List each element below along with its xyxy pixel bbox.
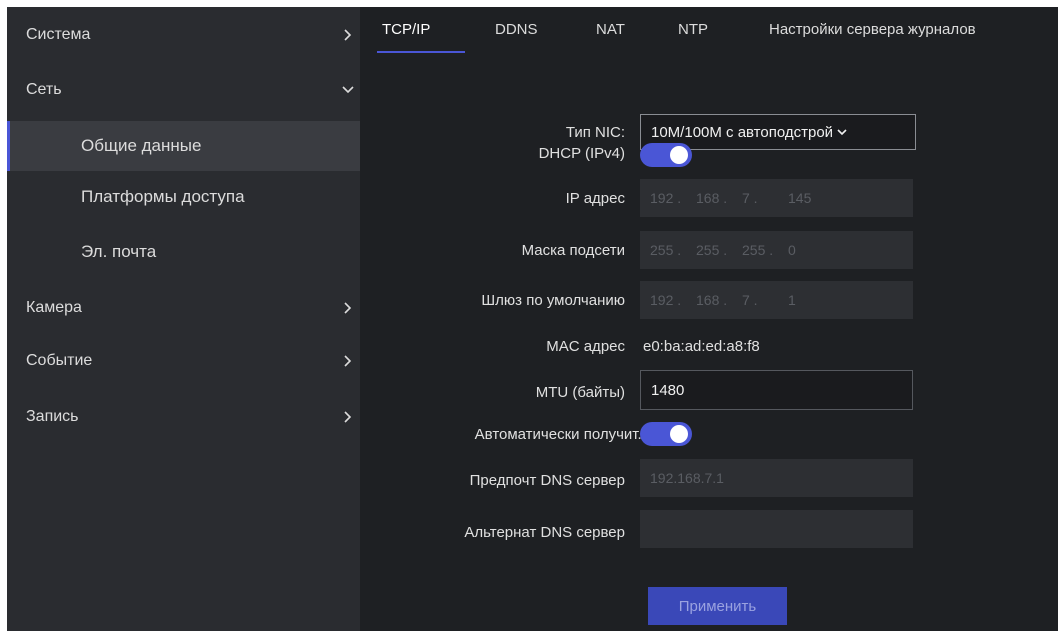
ip-address-field[interactable]: 192 . 168 . 7 . 145 — [640, 179, 913, 217]
dhcp-toggle[interactable] — [640, 143, 692, 167]
sidebar-item-label: Платформы доступа — [81, 187, 245, 206]
ip-segment: 145 — [788, 190, 812, 206]
ip-separator: . — [673, 242, 682, 258]
tab-bar: TCP/IP DDNS NAT NTP Настройки сервера жу… — [360, 7, 1058, 59]
ip-separator: . — [719, 242, 728, 258]
sidebar-item-label: Сеть — [26, 81, 62, 98]
ip-segment: 168 . — [696, 292, 728, 308]
ip-separator: . — [765, 242, 774, 258]
sidebar-item-record[interactable]: Запись — [7, 393, 360, 441]
nic-type-label: Тип NIC: — [565, 124, 625, 141]
ip-separator: . — [719, 292, 728, 308]
active-tab-indicator — [377, 51, 465, 53]
sidebar: Система Сеть Общие данные Платформы дост… — [7, 7, 360, 631]
auto-dns-toggle[interactable] — [640, 422, 692, 446]
sidebar-item-email[interactable]: Эл. почта — [7, 228, 360, 276]
preferred-dns-label: Предпочт DNS сервер — [469, 472, 625, 489]
tab-tcpip[interactable]: TCP/IP — [382, 21, 430, 38]
preferred-dns-value: 192.168.7.1 — [650, 470, 724, 486]
sidebar-item-label: Камера — [26, 299, 82, 316]
ip-segment: 7 . — [742, 292, 758, 308]
apply-button[interactable]: Применить — [648, 587, 787, 625]
ip-separator: . — [673, 292, 682, 308]
ip-segment: 1 — [788, 292, 796, 308]
sidebar-item-label: Общие данные — [81, 136, 202, 155]
chevron-right-icon — [342, 301, 354, 315]
sidebar-item-access-platforms[interactable]: Платформы доступа — [7, 173, 360, 221]
ip-segment: 192 . — [650, 190, 682, 206]
sidebar-item-label: Событие — [26, 352, 93, 369]
chevron-down-icon — [837, 128, 847, 136]
nic-type-value: 10M/100M с автоподстрой — [651, 123, 834, 141]
mtu-label: MTU (байты) — [535, 384, 625, 401]
sidebar-item-label: Эл. почта — [81, 242, 157, 261]
chevron-right-icon — [342, 354, 354, 368]
mac-value: e0:ba:ad:ed:a8:f8 — [643, 338, 760, 355]
mac-label: MAC адрес — [546, 338, 625, 355]
ip-segment: 192 . — [650, 292, 682, 308]
tab-nat[interactable]: NAT — [596, 21, 625, 38]
ip-separator: . — [719, 190, 728, 206]
subnet-mask-field[interactable]: 255 . 255 . 255 . 0 — [640, 231, 913, 269]
ip-segment: 168 . — [696, 190, 728, 206]
ip-separator: . — [749, 190, 758, 206]
ip-segment: 255 . — [696, 242, 728, 258]
sidebar-item-event[interactable]: Событие — [7, 337, 360, 385]
sidebar-item-label: Запись — [26, 408, 79, 425]
ip-segment: 255 . — [742, 242, 774, 258]
chevron-right-icon — [342, 410, 354, 424]
alternate-dns-field[interactable] — [640, 510, 913, 548]
mtu-input[interactable]: 1480 — [640, 370, 913, 410]
ip-label: IP адрес — [565, 190, 625, 207]
sidebar-item-general[interactable]: Общие данные — [7, 121, 360, 171]
main-panel: TCP/IP DDNS NAT NTP Настройки сервера жу… — [360, 7, 1058, 631]
gateway-field[interactable]: 192 . 168 . 7 . 1 — [640, 281, 913, 319]
ip-segment: 0 — [788, 242, 796, 258]
sidebar-item-label: Система — [26, 26, 91, 43]
sidebar-item-network[interactable]: Сеть — [7, 66, 360, 114]
ip-separator: . — [749, 292, 758, 308]
tab-ntp[interactable]: NTP — [678, 21, 708, 38]
dhcp-label: DHCP (IPv4) — [538, 145, 625, 162]
chevron-down-icon — [342, 83, 354, 97]
ip-separator: . — [673, 190, 682, 206]
tab-ddns[interactable]: DDNS — [495, 21, 538, 38]
mtu-value: 1480 — [651, 381, 685, 399]
ip-segment: 255 . — [650, 242, 682, 258]
subnet-mask-label: Маска подсети — [521, 242, 625, 259]
sidebar-item-camera[interactable]: Камера — [7, 284, 360, 332]
gateway-label: Шлюз по умолчанию — [481, 292, 625, 309]
tab-log-server[interactable]: Настройки сервера журналов — [769, 21, 976, 38]
sidebar-item-system[interactable]: Система — [7, 11, 360, 59]
preferred-dns-field[interactable]: 192.168.7.1 — [640, 459, 913, 497]
auto-dns-label: Автоматически получит... — [474, 426, 650, 443]
window: Система Сеть Общие данные Платформы дост… — [7, 7, 1058, 631]
alternate-dns-label: Альтернат DNS сервер — [464, 524, 625, 541]
ip-segment: 7 . — [742, 190, 758, 206]
chevron-right-icon — [342, 28, 354, 42]
